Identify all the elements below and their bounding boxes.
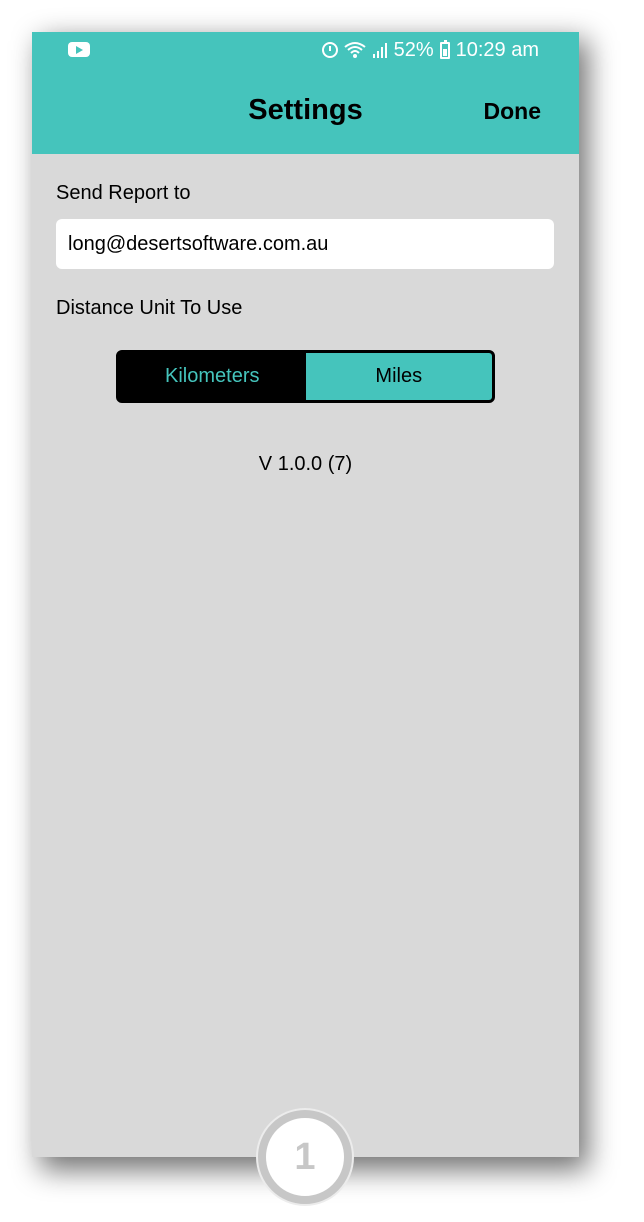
segment-kilometers[interactable]: Kilometers <box>119 353 306 400</box>
battery-icon <box>439 39 450 59</box>
alarm-icon <box>321 42 338 58</box>
distance-unit-label: Distance Unit To Use <box>56 297 243 319</box>
status-bar: 52% 10:29 am <box>32 32 579 68</box>
version-label: V 1.0.0 (7) <box>258 453 353 475</box>
battery-percent: 52% <box>393 38 434 61</box>
status-right: 52% 10:29 am <box>321 38 539 62</box>
phone-screen: 52% 10:29 am Settings Done Send Report t… <box>32 32 579 1157</box>
segment-miles[interactable]: Miles <box>305 353 492 400</box>
app-header: 52% 10:29 am Settings Done <box>32 32 579 154</box>
distance-unit-segmented-control: Kilometers Miles <box>116 350 495 403</box>
step-number-badge: 1 <box>258 1110 352 1204</box>
youtube-icon <box>68 42 90 57</box>
wifi-icon <box>343 41 366 59</box>
signal-icon <box>372 41 388 59</box>
status-time: 10:29 am <box>455 38 539 61</box>
email-field[interactable]: long@desertsoftware.com.au <box>56 219 554 269</box>
done-button[interactable]: Done <box>484 98 542 125</box>
send-report-label: Send Report to <box>56 182 191 204</box>
